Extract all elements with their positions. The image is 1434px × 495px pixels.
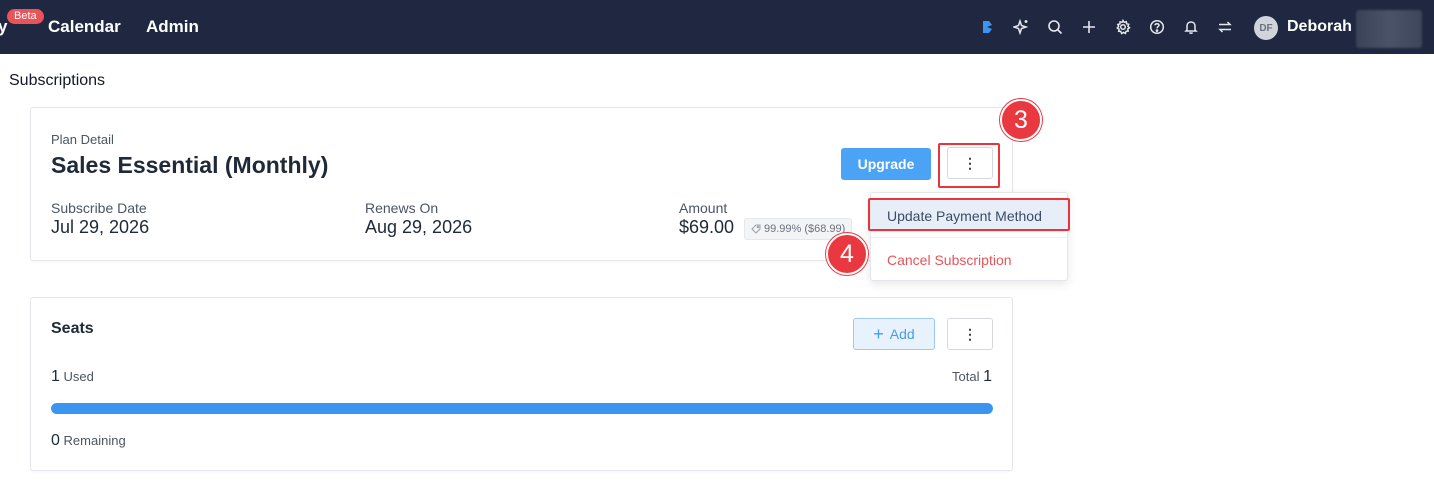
sparkle-icon[interactable] <box>1004 0 1038 54</box>
nav-item-truncated[interactable]: y <box>0 17 7 37</box>
seats-used-count: 1 <box>51 368 60 385</box>
redacted-surname <box>1356 10 1422 48</box>
top-navigation: y Beta Calendar Admin DF Deborah <box>0 0 1434 54</box>
renews-on-label: Renews On <box>365 200 439 216</box>
bell-icon[interactable] <box>1174 0 1208 54</box>
page-title: Subscriptions <box>9 72 106 89</box>
amount-label: Amount <box>679 200 728 216</box>
subscribe-date-label: Subscribe Date <box>51 200 147 216</box>
highlight-more-button <box>938 143 1000 188</box>
switch-icon[interactable] <box>1208 0 1242 54</box>
avatar[interactable]: DF <box>1254 16 1278 40</box>
amount-value: $69.00 <box>679 217 735 237</box>
seats-progress-fill <box>51 403 993 414</box>
seats-remaining-label: Remaining <box>63 433 126 448</box>
step-marker-4: 4 <box>826 233 868 275</box>
menu-divider <box>871 237 1067 238</box>
more-vertical-icon: ⋮ <box>963 325 977 342</box>
seats-total: Total 1 <box>952 368 992 386</box>
plan-name: Sales Essential (Monthly) <box>51 152 329 178</box>
seats-card: Seats + Add ⋮ 1 Used Total 1 0 Remaining <box>30 297 1013 471</box>
help-icon[interactable] <box>1140 0 1174 54</box>
seats-progress-bar <box>51 403 993 414</box>
renews-on-value: Aug 29, 2026 <box>365 217 473 237</box>
plus-icon[interactable] <box>1072 0 1106 54</box>
menu-item-cancel-subscription[interactable]: Cancel Subscription <box>871 244 1067 276</box>
seats-total-count: 1 <box>983 368 992 385</box>
plan-detail-card: Plan Detail Sales Essential (Monthly) Up… <box>30 107 1013 261</box>
gear-icon[interactable] <box>1106 0 1140 54</box>
plus-icon: + <box>873 324 884 344</box>
user-name[interactable]: Deborah <box>1287 18 1352 36</box>
seats-used-label: Used <box>63 369 94 384</box>
seats-remaining: 0 Remaining <box>51 432 126 450</box>
seats-title: Seats <box>51 320 94 337</box>
nav-item-calendar[interactable]: Calendar <box>48 17 121 37</box>
add-seat-button[interactable]: + Add <box>853 318 935 350</box>
plan-detail-label: Plan Detail <box>51 132 114 147</box>
subscribe-date-value: Jul 29, 2026 <box>51 217 150 237</box>
brand-icon[interactable] <box>970 0 1004 54</box>
beta-badge: Beta <box>7 9 44 24</box>
seats-used: 1 Used <box>51 368 94 386</box>
nav-item-admin[interactable]: Admin <box>146 17 199 37</box>
add-seat-label: Add <box>889 326 915 342</box>
seats-more-button[interactable]: ⋮ <box>947 318 993 350</box>
nav-icon-bar <box>970 0 1242 54</box>
tag-icon <box>751 224 761 234</box>
step-marker-3: 3 <box>1000 99 1042 141</box>
upgrade-button[interactable]: Upgrade <box>841 148 931 180</box>
seats-remaining-count: 0 <box>51 432 60 449</box>
highlight-update-payment <box>868 198 1070 231</box>
discount-text: 99.99% ($68.99) <box>764 223 846 235</box>
seats-total-label: Total <box>952 369 980 384</box>
search-icon[interactable] <box>1038 0 1072 54</box>
